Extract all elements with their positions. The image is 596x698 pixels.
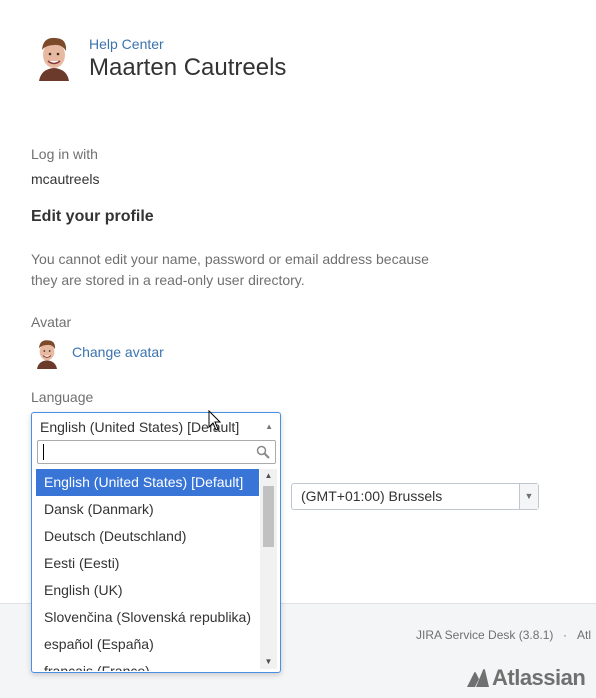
page-title: Maarten Cautreels [89,54,287,81]
language-select[interactable]: English (United States) [Default] ▲ Engl… [31,412,281,673]
search-icon [256,445,270,459]
timezone-select[interactable]: (GMT+01:00) Brussels ▼ [291,483,539,510]
atlassian-logo-text: Atlassian [492,665,586,690]
language-option[interactable]: Deutsch (Deutschland) [36,523,259,550]
language-option[interactable]: Dansk (Danmark) [36,496,259,523]
language-option[interactable]: English (UK) [36,577,259,604]
login-username: mcautreels [31,171,100,187]
language-search-input[interactable] [42,443,252,461]
footer-separator: · [563,628,567,642]
user-avatar-small [33,337,61,369]
scrollbar-thumb[interactable] [263,486,274,547]
options-scrollbar[interactable]: ▲ ▼ [260,469,277,669]
footer-link-truncated[interactable]: Atl [577,628,591,642]
edit-profile-heading: Edit your profile [31,208,154,225]
language-label: Language [31,389,94,405]
chevron-down-icon[interactable]: ▼ [519,484,538,509]
read-only-notice: You cannot edit your name, password or e… [31,251,429,288]
language-option[interactable]: Eesti (Eesti) [36,550,259,577]
user-avatar-large [33,33,75,81]
scroll-up-arrow-icon[interactable]: ▲ [260,469,277,483]
language-search-box[interactable] [37,440,276,464]
footer-version: JIRA Service Desk (3.8.1) [416,628,554,642]
atlassian-logo: Atlassian [466,665,586,691]
language-option[interactable]: français (France) [36,658,259,671]
change-avatar-link[interactable]: Change avatar [72,344,164,360]
avatar-label: Avatar [31,314,72,330]
language-option[interactable]: Slovenčina (Slovenská republika) [36,604,259,631]
language-options-list: English (United States) [Default] Dansk … [36,469,259,671]
language-option[interactable]: español (España) [36,631,259,658]
chevron-up-icon[interactable]: ▲ [265,422,273,431]
breadcrumb-help-center[interactable]: Help Center [89,36,164,52]
login-label: Log in with [31,146,98,162]
language-option[interactable]: English (United States) [Default] [36,469,259,496]
text-caret [43,444,44,460]
atlassian-logo-icon [467,669,489,687]
mouse-pointer-icon [208,410,222,431]
timezone-value: (GMT+01:00) Brussels [301,488,443,504]
scroll-down-arrow-icon[interactable]: ▼ [260,655,277,669]
